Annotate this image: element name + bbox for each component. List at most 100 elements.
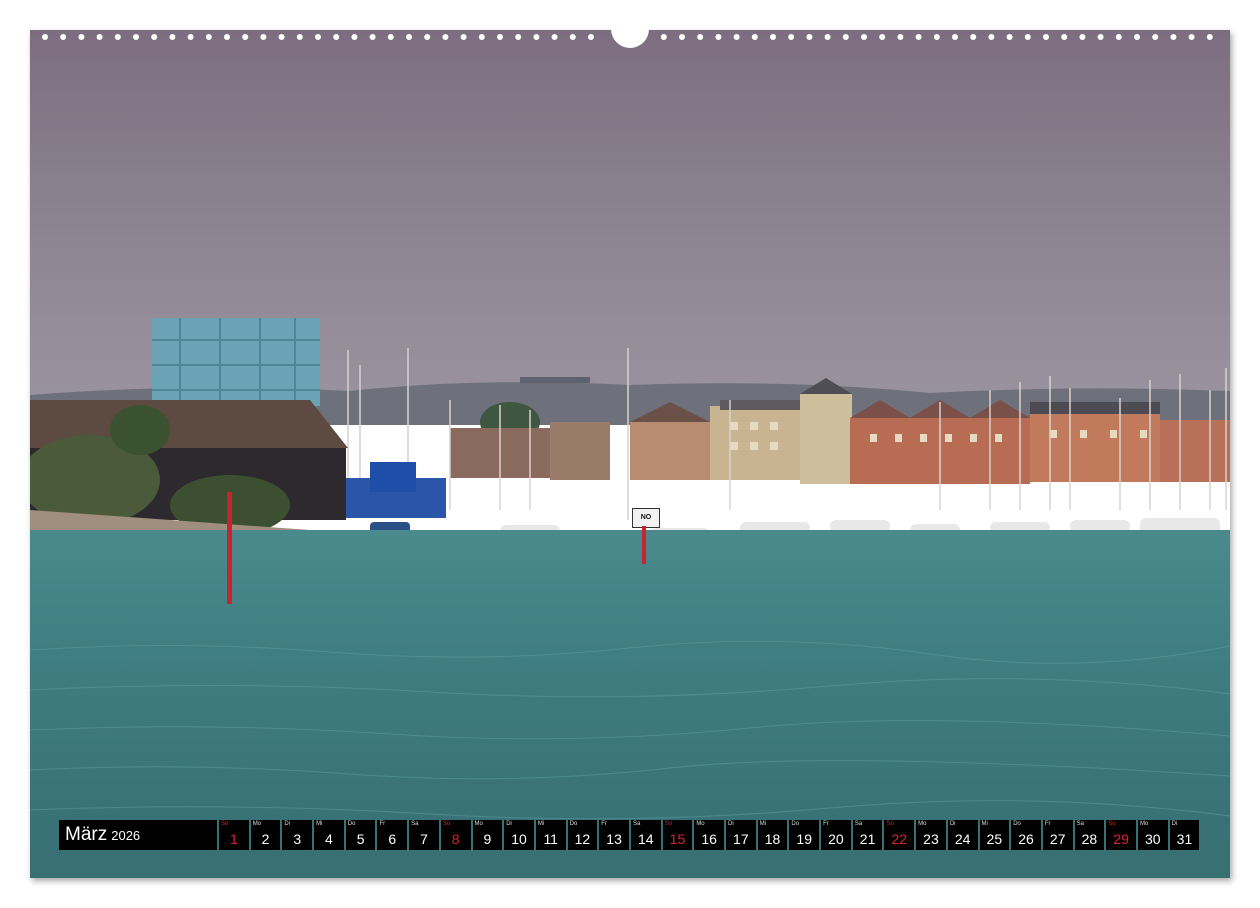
binding-dot <box>569 34 576 40</box>
red-marker-post <box>227 492 232 604</box>
binding-dot <box>260 34 267 40</box>
binding-dot <box>824 34 831 40</box>
day-number: 23 <box>923 831 939 847</box>
day-number: 8 <box>451 831 460 847</box>
weekday-label: Sa <box>632 821 641 827</box>
binding-dot <box>842 34 849 40</box>
calendar-strip: März 2026 So 1 Mo 2 Di 3 Mi 4 Do 5 Fr 6 Sa 7 So 8 Mo 9 Di 1… <box>59 820 1200 850</box>
binding-dot <box>1024 34 1031 40</box>
binding-dot <box>78 34 85 40</box>
binding-dot <box>278 34 285 40</box>
weekday-label: Di <box>728 821 734 827</box>
binding-dot <box>151 34 158 40</box>
day-cell: Do 19 <box>789 820 820 850</box>
binding-dot <box>933 34 940 40</box>
day-cell: Fr 13 <box>599 820 629 850</box>
weekday-label: Fr <box>601 821 607 827</box>
binding-dot <box>915 34 922 40</box>
no-sign-text: NO <box>640 514 652 521</box>
day-cell: Mi 4 <box>314 820 344 850</box>
day-cell: So 8 <box>440 820 471 850</box>
no-sign: NO <box>632 508 660 528</box>
weekday-label: Di <box>949 821 956 827</box>
day-number: 31 <box>1176 831 1193 847</box>
day-cell: Di 3 <box>282 820 313 850</box>
binding-dot <box>660 34 667 40</box>
day-number: 20 <box>828 831 844 847</box>
binding-dot <box>42 34 48 40</box>
day-cell: Mo 2 <box>250 820 281 850</box>
day-cell: Sa 21 <box>852 820 883 850</box>
binding-dot <box>133 34 139 40</box>
binding-dot <box>952 34 958 40</box>
day-number: 6 <box>388 831 397 847</box>
binding-dot <box>442 34 449 40</box>
binding-dot <box>315 34 321 40</box>
binding-dot <box>497 34 503 40</box>
weekday-label: Sa <box>854 821 863 827</box>
binding-dot <box>970 34 977 40</box>
weekday-label: So <box>442 821 451 827</box>
day-cell: Di 10 <box>504 820 534 850</box>
binding-dot <box>351 34 358 40</box>
day-number: 27 <box>1049 831 1066 847</box>
binding-dot <box>733 34 740 40</box>
binding-dot <box>515 34 522 40</box>
day-number: 11 <box>543 831 558 847</box>
binding-dot <box>1061 34 1068 40</box>
day-number: 12 <box>574 831 591 847</box>
binding-dot <box>715 34 722 40</box>
weekday-label: Fr <box>1044 821 1051 827</box>
binding-dot <box>588 34 594 40</box>
binding-dot <box>187 34 194 40</box>
weekday-label: Mo <box>252 821 262 827</box>
weekday-label: Do <box>569 821 578 827</box>
day-number: 24 <box>954 831 971 847</box>
weekday-label: So <box>886 821 894 827</box>
day-number: 16 <box>701 831 717 847</box>
binding-dot <box>1043 34 1049 40</box>
binding-dot <box>1079 34 1086 40</box>
binding-dot <box>533 34 540 40</box>
day-cell: Sa 28 <box>1074 820 1105 850</box>
day-cell: Mo 30 <box>1137 820 1168 850</box>
weekday-label: Do <box>791 821 800 827</box>
day-cell: So 1 <box>219 820 249 850</box>
weekday-label: Mi <box>537 821 545 827</box>
binding-dot <box>770 34 776 40</box>
day-number: 13 <box>606 831 622 847</box>
weekday-label: Sa <box>411 821 419 827</box>
weekday-label: Fr <box>823 821 829 827</box>
binding-dot <box>478 34 485 40</box>
day-cell: Di 17 <box>726 820 756 850</box>
day-cell: Do 12 <box>567 820 598 850</box>
day-number: 29 <box>1113 831 1129 847</box>
day-number: 22 <box>891 831 908 847</box>
binding-dot <box>879 34 886 40</box>
day-number: 4 <box>325 831 333 847</box>
sign-post <box>642 526 646 564</box>
weekday-label: Fr <box>379 821 386 827</box>
day-cell: Di 31 <box>1169 820 1200 850</box>
binding-dot <box>424 34 431 40</box>
weekday-label: Do <box>1013 821 1021 827</box>
weekday-label: So <box>664 821 672 827</box>
day-number: 9 <box>483 831 492 847</box>
binding-dot <box>988 34 995 40</box>
binding-dot <box>460 34 467 40</box>
weekday-label: Di <box>284 821 291 827</box>
binding-dot <box>1188 34 1195 40</box>
day-cell: Di 24 <box>947 820 978 850</box>
binding-dot <box>861 34 867 40</box>
day-cell: Fr 27 <box>1042 820 1073 850</box>
day-cell: So 22 <box>884 820 915 850</box>
binding-dot <box>369 34 376 40</box>
day-number: 15 <box>669 831 686 847</box>
weekday-label: Mi <box>981 821 988 827</box>
calendar-photo: NO <box>30 30 1230 878</box>
day-cell: Do 5 <box>345 820 376 850</box>
binding-dot <box>296 34 303 40</box>
month-label: März 2026 <box>59 820 217 850</box>
day-number: 28 <box>1081 831 1098 847</box>
day-cell: Mo 9 <box>472 820 503 850</box>
